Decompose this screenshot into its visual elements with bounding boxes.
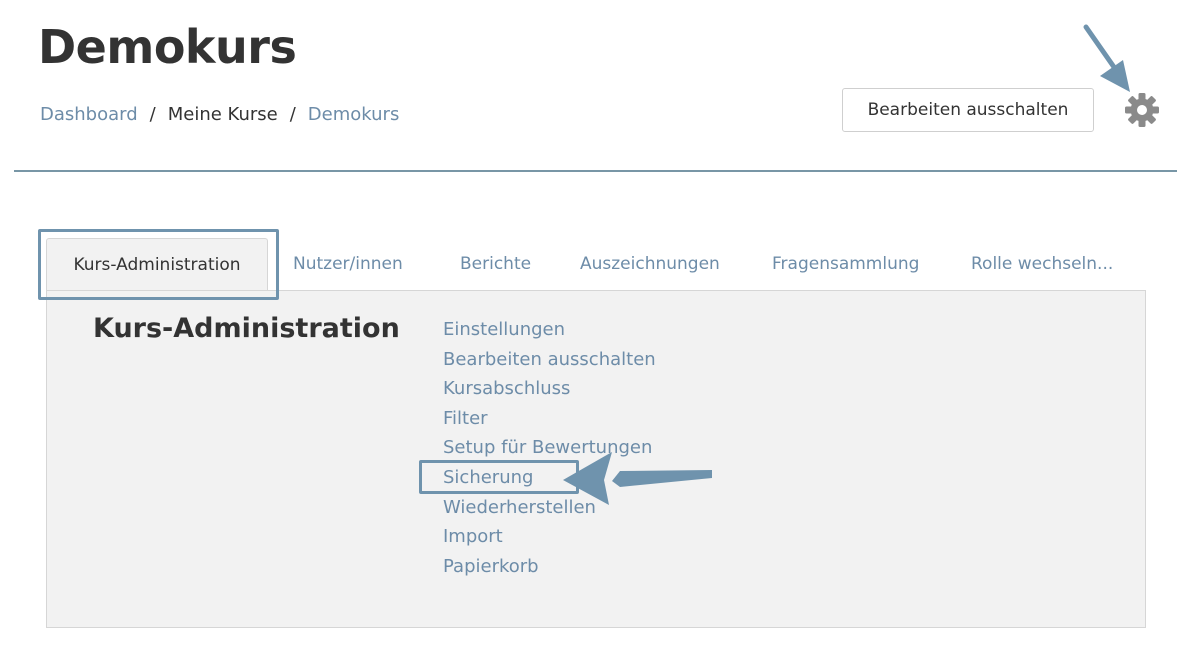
- tab-auszeichnungen[interactable]: Auszeichnungen: [580, 238, 720, 290]
- menu-item-import[interactable]: Import: [443, 522, 656, 552]
- menu-item-wiederherstellen[interactable]: Wiederherstellen: [443, 493, 656, 523]
- breadcrumb: Dashboard / Meine Kurse / Demokurs: [40, 104, 399, 125]
- tab-kurs-administration[interactable]: Kurs-Administration: [46, 238, 268, 290]
- page-title: Demokurs: [38, 20, 297, 74]
- menu-item-filter[interactable]: Filter: [443, 404, 656, 434]
- tab-fragensammlung[interactable]: Fragensammlung: [772, 238, 919, 290]
- gear-icon[interactable]: [1122, 92, 1162, 128]
- menu-item-einstellungen[interactable]: Einstellungen: [443, 315, 656, 345]
- arrow-to-gear-icon: [1083, 24, 1130, 92]
- tab-rolle-wechseln[interactable]: Rolle wechseln...: [971, 238, 1113, 290]
- breadcrumb-dashboard[interactable]: Dashboard: [40, 104, 138, 125]
- menu-item-kursabschluss[interactable]: Kursabschluss: [443, 374, 656, 404]
- menu-item-papierkorb[interactable]: Papierkorb: [443, 552, 656, 582]
- tab-panel-kurs-administration: Kurs-Administration Einstellungen Bearbe…: [46, 290, 1146, 628]
- tab-nutzer-innen[interactable]: Nutzer/innen: [293, 238, 403, 290]
- panel-heading: Kurs-Administration: [93, 313, 400, 344]
- header-divider: [14, 170, 1177, 172]
- breadcrumb-separator: /: [289, 104, 296, 125]
- admin-tab-strip: Kurs-Administration Nutzer/innen Bericht…: [46, 238, 1146, 290]
- tab-berichte[interactable]: Berichte: [460, 238, 531, 290]
- menu-item-sicherung[interactable]: Sicherung: [443, 463, 656, 493]
- edit-mode-toggle-button[interactable]: Bearbeiten ausschalten: [842, 88, 1094, 132]
- breadcrumb-demokurs[interactable]: Demokurs: [308, 104, 400, 125]
- breadcrumb-separator: /: [149, 104, 156, 125]
- admin-menu: Einstellungen Bearbeiten ausschalten Kur…: [443, 315, 656, 581]
- menu-item-setup-bewertungen[interactable]: Setup für Bewertungen: [443, 433, 656, 463]
- menu-item-bearbeiten-ausschalten[interactable]: Bearbeiten ausschalten: [443, 345, 656, 375]
- breadcrumb-meine-kurse[interactable]: Meine Kurse: [168, 104, 278, 125]
